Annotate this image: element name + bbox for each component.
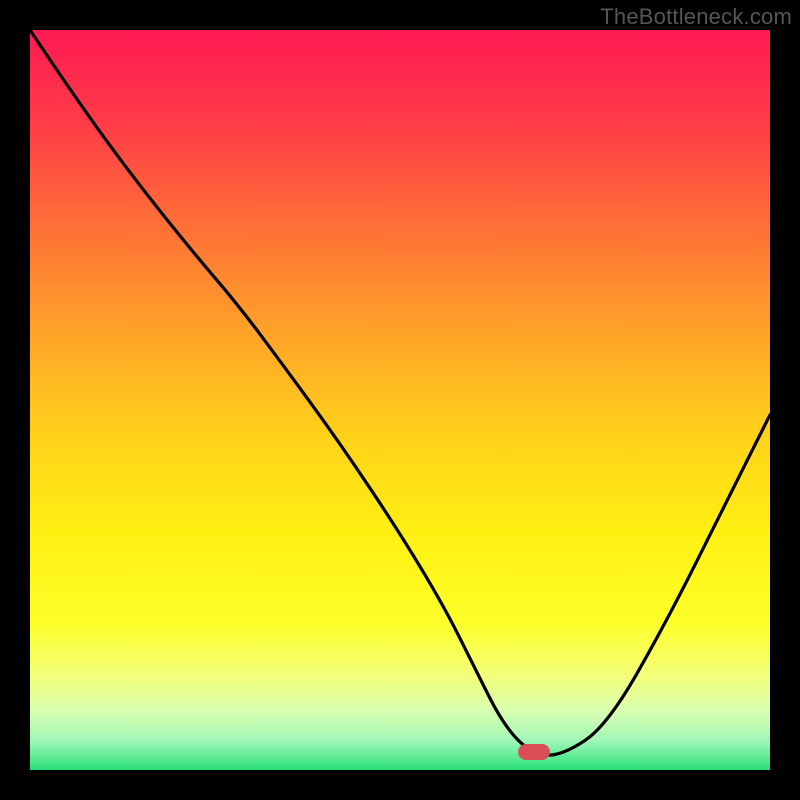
chart-frame: TheBottleneck.com <box>0 0 800 800</box>
bottleneck-curve <box>30 30 770 770</box>
optimal-point-marker <box>518 744 550 760</box>
watermark-text: TheBottleneck.com <box>600 4 792 30</box>
plot-area <box>30 30 770 770</box>
